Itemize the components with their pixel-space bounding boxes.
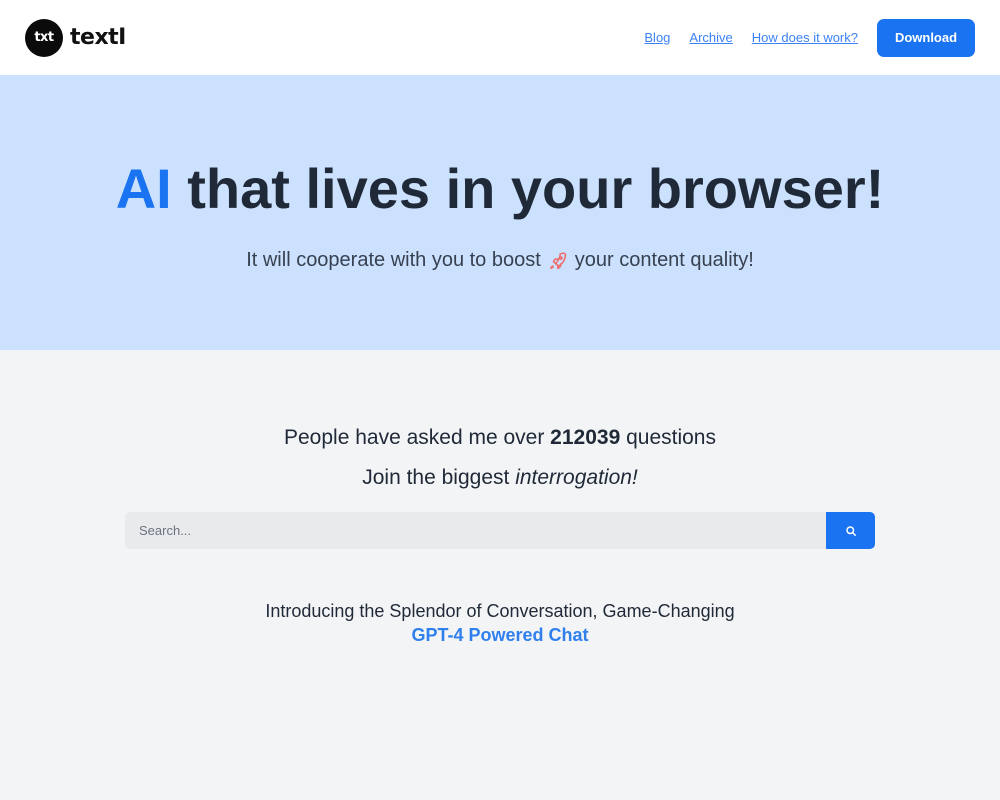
- hero-subtitle-before: It will cooperate with you to boost: [246, 249, 541, 271]
- question-stats: People have asked me over 212039 questio…: [0, 425, 1000, 451]
- hero-title: AI that lives in your browser!: [0, 157, 1000, 221]
- search-bar: [125, 512, 875, 549]
- hero-title-accent: AI: [115, 157, 172, 220]
- rocket-icon: [548, 251, 568, 271]
- brand-name: textI: [70, 25, 126, 50]
- intro-line: Introducing the Splendor of Conversation…: [265, 601, 735, 621]
- search-button[interactable]: [826, 512, 875, 549]
- hero-subtitle: It will cooperate with you to boost your…: [0, 249, 1000, 272]
- question-count: 212039: [550, 426, 621, 449]
- nav-link-archive[interactable]: Archive: [689, 30, 732, 45]
- feature-intro: Introducing the Splendor of Conversation…: [0, 599, 1000, 647]
- nav-link-how-it-works[interactable]: How does it work?: [752, 30, 858, 45]
- logo-badge: txt: [25, 18, 63, 57]
- join-text: Join the biggest: [362, 466, 510, 489]
- search-input[interactable]: [125, 512, 826, 549]
- hero-section: AI that lives in your browser! It will c…: [0, 75, 1000, 350]
- stats-prefix: People have asked me over: [284, 426, 545, 449]
- stats-suffix: questions: [626, 426, 716, 449]
- search-icon: [845, 525, 857, 537]
- site-header: txt textI Blog Archive How does it work?…: [0, 0, 1000, 75]
- nav-link-blog[interactable]: Blog: [644, 30, 670, 45]
- join-tagline: Join the biggest interrogation!: [0, 465, 1000, 491]
- main-nav: Blog Archive How does it work? Download: [644, 18, 975, 57]
- main-content: People have asked me over 212039 questio…: [0, 350, 1000, 647]
- intro-highlight: GPT-4 Powered Chat: [411, 625, 589, 645]
- hero-subtitle-after: your content quality!: [574, 249, 754, 271]
- brand-logo-link[interactable]: txt textI: [25, 18, 126, 57]
- download-button[interactable]: Download: [877, 18, 975, 57]
- hero-title-rest: that lives in your browser!: [171, 157, 885, 220]
- join-emphasis: interrogation!: [515, 466, 638, 489]
